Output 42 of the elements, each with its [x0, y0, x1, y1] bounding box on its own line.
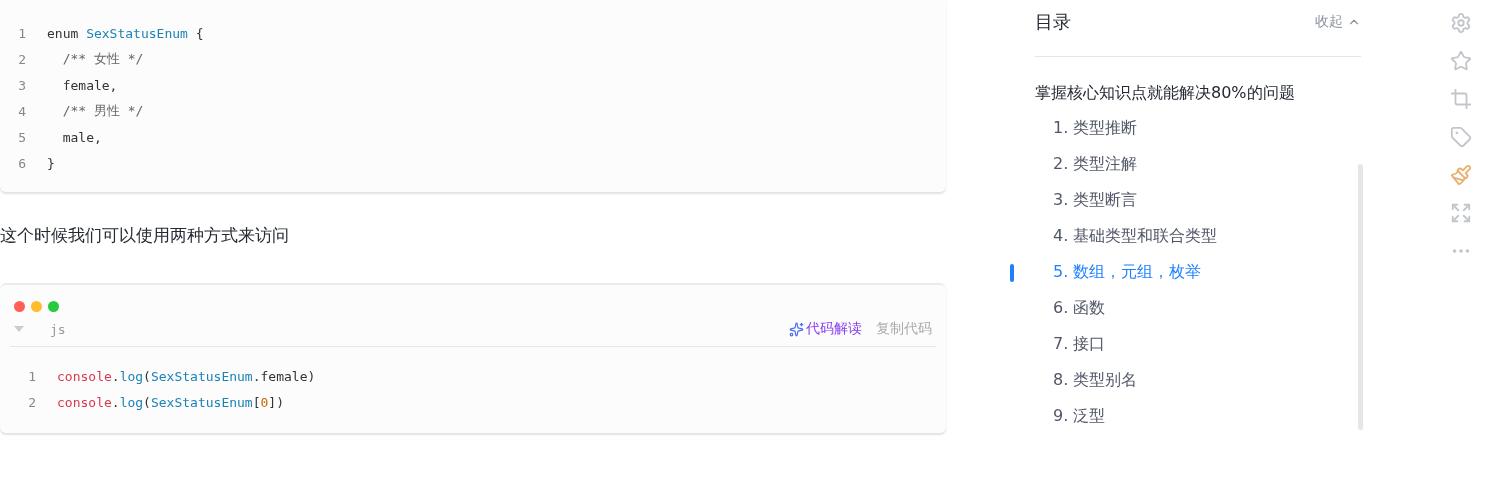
star-icon[interactable] — [1450, 50, 1472, 72]
toc-title: 目录 — [1035, 10, 1072, 34]
expand-icon[interactable] — [1450, 202, 1472, 224]
window-dot — [14, 301, 25, 312]
toc-item[interactable]: 2. 类型注解 — [1035, 146, 1361, 182]
toc-item[interactable]: 8. 类型别名 — [1035, 362, 1361, 398]
line-number: 2 — [27, 394, 36, 410]
line-number: 4 — [17, 103, 26, 119]
paragraph: 这个时候我们可以使用两种方式来访问 — [0, 224, 290, 247]
window-dot — [31, 301, 42, 312]
line-number: 2 — [17, 51, 26, 67]
code-line: enum SexStatusEnum { — [47, 25, 204, 41]
tag-icon[interactable] — [1450, 126, 1472, 148]
toc-item[interactable]: 7. 接口 — [1035, 326, 1361, 362]
code-line: male, — [61, 129, 102, 145]
toc-item[interactable]: 4. 基础类型和联合类型 — [1035, 218, 1361, 254]
sparkle-icon — [789, 321, 804, 337]
toc-item[interactable]: 1. 类型推断 — [1035, 110, 1361, 146]
toc-item[interactable]: 5. 数组，元组，枚举 — [1035, 254, 1361, 290]
code-line: console.log(SexStatusEnum.female) — [57, 368, 316, 384]
settings-icon[interactable] — [1450, 12, 1472, 34]
line-number: 5 — [17, 129, 26, 145]
toc-item[interactable]: 3. 类型断言 — [1035, 182, 1361, 218]
code-line: } — [47, 155, 55, 171]
code-line: /** 男性 */ — [61, 102, 144, 120]
language-label: js — [50, 321, 66, 337]
crop-icon[interactable] — [1450, 88, 1472, 110]
line-number: 6 — [17, 155, 26, 171]
line-number: 3 — [17, 77, 26, 93]
code-line: female, — [61, 77, 118, 93]
explain-code-link[interactable]: 代码解读 — [789, 320, 862, 338]
caret-icon[interactable] — [14, 326, 24, 332]
brush-icon[interactable] — [1450, 164, 1472, 186]
window-dot — [48, 301, 59, 312]
code-line: console.log(SexStatusEnum[0]) — [57, 394, 284, 410]
line-number: 1 — [27, 368, 36, 384]
scrollbar[interactable] — [1358, 164, 1363, 430]
code-line: /** 女性 */ — [61, 50, 144, 68]
toc-item[interactable]: 6. 函数 — [1035, 290, 1361, 326]
toc-heading[interactable]: 掌握核心知识点就能解决80%的问题 — [1035, 83, 1361, 104]
toc-item[interactable]: 9. 泛型 — [1035, 398, 1361, 434]
line-number: 1 — [17, 25, 26, 41]
